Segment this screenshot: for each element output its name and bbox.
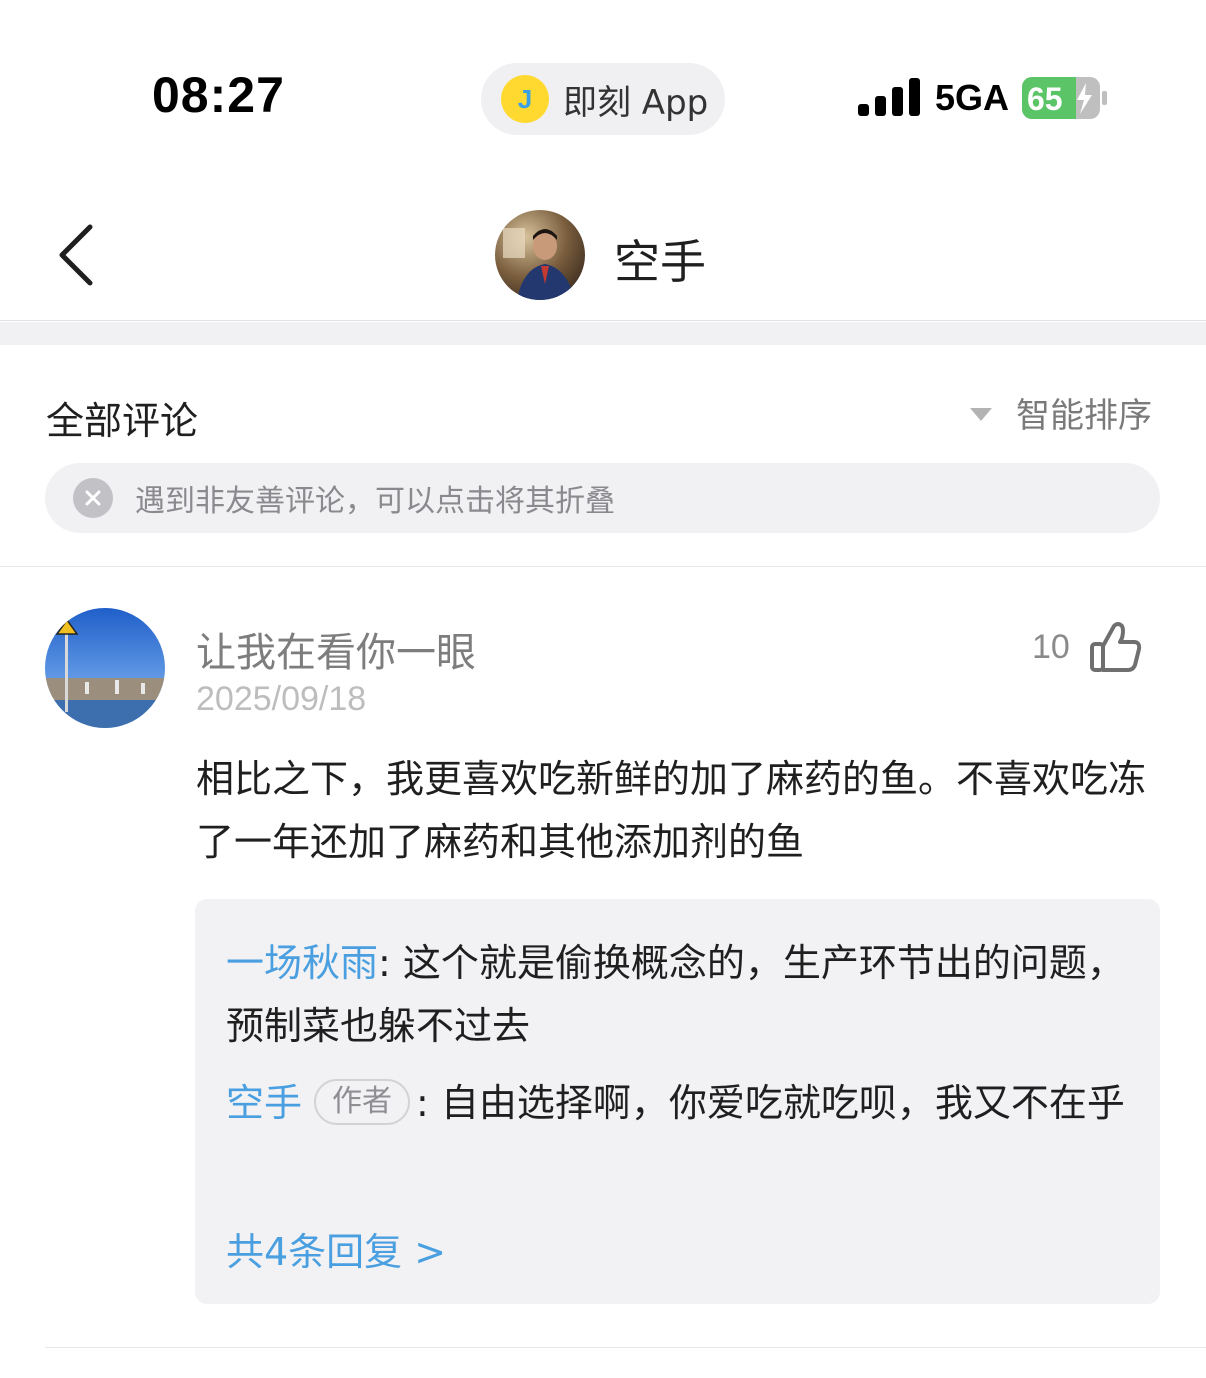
more-replies-link[interactable]: 共4条回复 >: [226, 1221, 446, 1276]
divider: [45, 1347, 1206, 1348]
page-title: 空手: [614, 235, 706, 289]
reply-text: 自由选择啊，你爱吃就吃呗，我又不在乎: [440, 1081, 1125, 1125]
reply-preview[interactable]: 一场秋雨: 这个就是偷换概念的，生产环节出的问题，预制菜也躲不过去 空手 作者: …: [195, 899, 1160, 1304]
network-label: 5GA: [935, 77, 1010, 118]
reply-user[interactable]: 一场秋雨: [226, 941, 378, 985]
close-icon[interactable]: [73, 478, 113, 518]
thumbs-up-icon: [1090, 622, 1142, 672]
app-pill[interactable]: J 即刻 App: [481, 63, 725, 135]
reply-item[interactable]: 一场秋雨: 这个就是偷换概念的，生产环节出的问题，预制菜也躲不过去: [226, 932, 1136, 1058]
page: 08:27 J 即刻 App 5GA 65 空手 全部评论 智能排序 遇到非友善…: [0, 0, 1206, 1378]
top-nav: 空手: [0, 190, 1206, 321]
app-logo-icon: J: [501, 75, 549, 123]
comment-date: 2025/09/18: [196, 680, 367, 718]
back-button[interactable]: [46, 220, 106, 290]
sort-button[interactable]: 智能排序: [970, 390, 1152, 436]
sort-label: 智能排序: [1016, 395, 1152, 436]
app-pill-label: 即刻 App: [563, 82, 709, 123]
section-separator: [0, 322, 1206, 345]
avatar-image: [45, 608, 165, 728]
comment-avatar[interactable]: [45, 608, 165, 728]
reply-separator: :: [378, 941, 403, 985]
status-bar: 08:27 J 即刻 App 5GA 65: [0, 0, 1206, 190]
reply-item[interactable]: 空手 作者: 自由选择啊，你爱吃就吃呗，我又不在乎: [226, 1072, 1136, 1135]
avatar-image: [495, 210, 585, 300]
signal-icon: [858, 78, 920, 116]
like-count: 10: [1032, 628, 1070, 666]
battery-level: 65: [1027, 81, 1063, 117]
reply-user[interactable]: 空手: [226, 1081, 302, 1125]
notice-banner[interactable]: 遇到非友善评论，可以点击将其折叠: [45, 463, 1160, 533]
like-button[interactable]: [1088, 620, 1144, 674]
chevron-left-icon: [59, 224, 93, 286]
notice-text: 遇到非友善评论，可以点击将其折叠: [135, 484, 615, 519]
author-badge: 作者: [314, 1078, 411, 1125]
caret-down-icon: [970, 407, 992, 421]
all-comments-title: 全部评论: [46, 399, 199, 443]
comment-author[interactable]: 让我在看你一眼: [196, 620, 476, 678]
header-avatar[interactable]: [495, 210, 585, 300]
divider: [0, 566, 1206, 567]
reply-separator: :: [416, 1081, 441, 1125]
battery-charging-icon: 65: [1022, 77, 1107, 119]
comment-body: 相比之下，我更喜欢吃新鲜的加了麻药的鱼。不喜欢吃冻了一年还加了麻药和其他添加剂的…: [196, 757, 1147, 864]
status-time: 08:27: [152, 67, 285, 123]
